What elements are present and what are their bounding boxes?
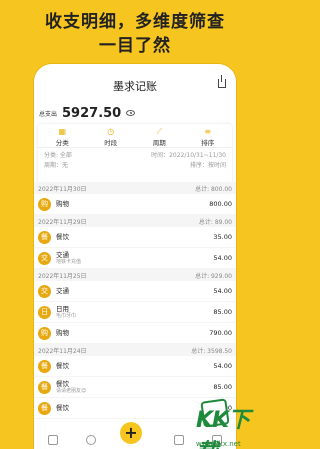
- filter-tab-label: 时段: [104, 139, 118, 147]
- date-total: 总计: 929.00: [195, 272, 232, 280]
- item-category: 购物: [56, 329, 69, 337]
- date-header: 2022年11月29日 总计: 89.00: [34, 215, 236, 227]
- category-icon: 餐: [38, 230, 51, 244]
- item-note: 毛巾牙巾: [56, 312, 77, 319]
- item-category: 餐饮: [56, 233, 69, 241]
- add-record-button[interactable]: +: [120, 422, 142, 444]
- filter-time-value: 时间：2022/10/31~11/30: [151, 152, 226, 159]
- category-icon: 交: [38, 251, 51, 265]
- item-text: 餐饮: [56, 233, 213, 241]
- date-header: 2022年11月24日 总计: 3598.50: [34, 344, 236, 356]
- tab-budget-icon[interactable]: [174, 435, 184, 445]
- category-icon: 餐: [38, 401, 51, 415]
- category-icon: 餐: [38, 380, 51, 394]
- tab-records-icon[interactable]: [48, 435, 58, 445]
- filter-tab-category[interactable]: ▦ 分类: [38, 124, 87, 147]
- filter-tab-sort[interactable]: ≡ 排序: [184, 124, 233, 147]
- filter-info: 分类: 全部 时间：2022/10/31~11/30 周期：无 排序：按时间: [38, 148, 232, 171]
- date-total: 总计: 800.00: [195, 185, 232, 193]
- app-title: 墨求记账: [113, 80, 157, 93]
- item-category: 日用: [56, 304, 69, 313]
- eye-icon[interactable]: [126, 110, 136, 116]
- item-amount: 54.00: [213, 254, 232, 262]
- date-header: 2022年11月25日 总计: 929.00: [34, 269, 236, 281]
- item-note: 请请老朋友😊: [56, 387, 87, 394]
- filter-tab-label: 周期: [152, 139, 166, 147]
- trend-icon: ⟋: [156, 127, 163, 136]
- item-text: 餐饮: [56, 362, 213, 370]
- clock-icon: ◷: [107, 127, 115, 136]
- date-label: 2022年11月25日: [38, 272, 87, 280]
- expense-summary: 总支出 5927.50: [34, 102, 236, 124]
- list-item[interactable]: 交交通 地铁卡充值 54.00: [34, 248, 236, 269]
- item-amount: 790.00: [209, 329, 232, 337]
- filter-period-value: 周期：无: [44, 162, 69, 169]
- category-icon: 购: [38, 326, 51, 340]
- item-category: 交通: [56, 250, 69, 259]
- date-header: 2022年11月30日 总计: 800.00: [34, 182, 236, 194]
- filter-card: ▦ 分类 ◷ 时段 ⟋ 周期 ≡ 排序 分类: 全部 时间：2022/10/31…: [38, 124, 232, 186]
- item-text: 购物: [56, 200, 209, 208]
- item-text: 交通 地铁卡充值: [56, 251, 213, 266]
- list-item[interactable]: 餐餐饮 54.00: [34, 356, 236, 377]
- list-item[interactable]: 日日用 毛巾牙巾 85.00: [34, 302, 236, 323]
- item-category: 购物: [56, 200, 69, 208]
- date-label: 2022年11月24日: [38, 347, 87, 355]
- item-text: 餐饮: [56, 404, 209, 412]
- list-item[interactable]: 餐餐饮 请请老朋友😊 85.00: [34, 377, 236, 398]
- list-item[interactable]: 购购物 790.00: [34, 323, 236, 344]
- record-list: 2022年11月30日 总计: 800.00 购购物 800.00 2022年11月29…: [34, 182, 236, 419]
- list-item[interactable]: 餐餐饮 35.00: [34, 227, 236, 248]
- promo-header: 收支明细，多维度筛查 一目了然: [0, 10, 270, 58]
- item-category: 餐饮: [56, 379, 69, 388]
- item-category: 交通: [56, 287, 69, 295]
- promo-line-2: 一目了然: [99, 36, 171, 56]
- item-amount: 35.00: [213, 233, 232, 241]
- filter-sort-value: 排序：按时间: [189, 162, 226, 169]
- item-category: 餐饮: [56, 362, 69, 370]
- filter-tab-label: 分类: [55, 139, 69, 147]
- category-icon: 餐: [38, 359, 51, 373]
- watermark-logo: KK下载: [190, 396, 270, 449]
- item-amount: 54.00: [213, 287, 232, 295]
- grid-icon: ▦: [58, 127, 67, 136]
- category-icon: 日: [38, 305, 51, 319]
- item-text: 日用 毛巾牙巾: [56, 305, 213, 320]
- tab-chart-icon[interactable]: [86, 435, 96, 445]
- filter-tabs: ▦ 分类 ◷ 时段 ⟋ 周期 ≡ 排序: [38, 124, 232, 148]
- summary-value: 5927.50: [62, 105, 122, 121]
- item-amount: 85.00: [213, 308, 232, 316]
- date-label: 2022年11月29日: [38, 218, 87, 226]
- watermark-url: www.kkx.net: [196, 440, 241, 448]
- summary-label: 总支出: [39, 110, 58, 118]
- item-note: 地铁卡充值: [56, 258, 82, 265]
- list-item[interactable]: 购购物 800.00: [34, 194, 236, 215]
- list-item[interactable]: 交交通 54.00: [34, 281, 236, 302]
- item-text: 交通: [56, 287, 213, 295]
- app-header: 墨求记账: [34, 64, 236, 102]
- date-total: 总计: 89.00: [198, 218, 232, 226]
- date-total: 总计: 3598.50: [191, 347, 232, 355]
- filter-category-value: 分类: 全部: [44, 152, 72, 159]
- item-category: 餐饮: [56, 404, 69, 412]
- sort-icon: ≡: [204, 127, 212, 136]
- filter-tab-time[interactable]: ◷ 时段: [87, 124, 136, 147]
- category-icon: 购: [38, 197, 51, 211]
- item-amount: 800.00: [209, 200, 232, 208]
- item-text: 餐饮 请请老朋友😊: [56, 380, 213, 395]
- filter-tab-period[interactable]: ⟋ 周期: [135, 124, 184, 147]
- item-text: 购物: [56, 329, 209, 337]
- promo-line-1: 收支明细，多维度筛查: [45, 12, 225, 32]
- item-amount: 54.00: [213, 362, 232, 370]
- share-icon[interactable]: [218, 75, 226, 88]
- date-label: 2022年11月30日: [38, 185, 87, 193]
- filter-tab-label: 排序: [201, 139, 215, 147]
- item-amount: 85.00: [213, 383, 232, 391]
- category-icon: 交: [38, 284, 51, 298]
